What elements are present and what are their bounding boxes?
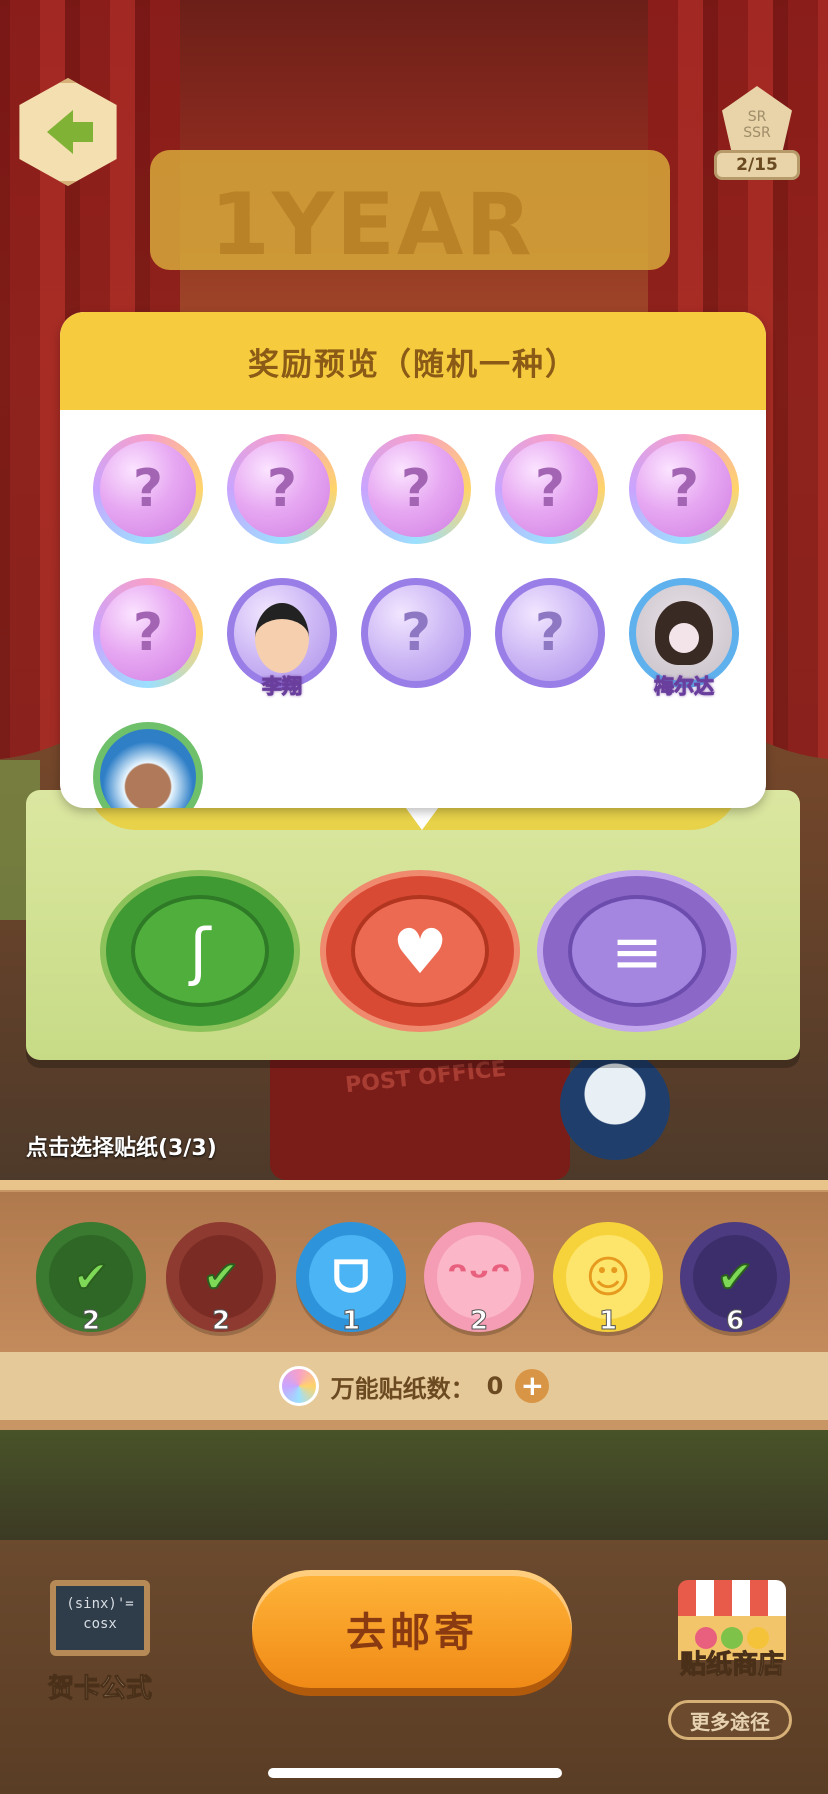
hearts-icon: ♥ [351,895,489,1007]
sticker-ear[interactable]: ✔ 2 [36,1222,146,1337]
checkmark-icon: ✔ [716,1251,755,1304]
question-mark-icon: ? [502,441,598,537]
universal-sticker-bar: 万能贴纸数： 0 + [0,1352,828,1420]
rarity-sr: SR [747,109,767,125]
reward-mystery[interactable]: ? [629,434,739,544]
chalkboard-icon: (sinx)'= cosx [50,1580,150,1656]
question-mark-icon: ? [636,441,732,537]
comb-sticker-slot[interactable]: ≡ [537,870,737,1032]
reward-mystery[interactable]: ? [495,434,605,544]
add-universal-button[interactable]: + [515,1369,550,1403]
postbox [270,1040,570,1180]
universal-label: 万能贴纸数： [330,1374,475,1403]
home-indicator[interactable] [268,1768,562,1778]
sticker-count: 1 [598,1306,618,1337]
back-arrow-icon [47,110,93,154]
question-mark-icon: ? [502,585,598,681]
popup-title: 奖励预览（随机一种） [60,312,766,410]
checkmark-icon: ✔ [202,1251,241,1304]
year-banner-text: 1YEAR [210,175,534,275]
character-avatar [100,729,196,808]
rarity-count: 2/15 [714,150,800,180]
card-formula-label: 贺卡公式 [47,1674,152,1705]
sticker-smile[interactable]: ☺ 1 [553,1222,663,1337]
reward-mystery[interactable]: ? [495,578,605,688]
question-mark-icon: ? [368,441,464,537]
reward-mystery[interactable]: ? [361,434,471,544]
shop-awning-icon [678,1580,786,1616]
more-ways-button[interactable]: 更多途径 [668,1700,792,1740]
heart-sticker-slot[interactable]: ♥ [320,870,520,1032]
ear-icon: ʃ [131,895,269,1007]
rarity-ssr: SSR [743,125,771,141]
select-sticker-hint: 点击选择贴纸(3/3) [26,1136,217,1161]
sticker-count: 2 [211,1306,231,1337]
question-mark-icon: ? [234,441,330,537]
universal-sticker-icon [278,1366,319,1406]
question-mark-icon: ? [100,585,196,681]
checkmark-icon: ✔ [72,1251,111,1304]
sticker-count: 2 [469,1306,489,1337]
sticker-comb[interactable]: ✔ 6 [680,1222,790,1337]
comb-icon: ≡ [568,895,706,1007]
reward-character-partial[interactable] [93,722,203,808]
reward-preview-popup: 奖励预览（随机一种） ? ? ? ? ? ? 李翔 ? ? 梅尔达 [60,312,766,808]
question-mark-icon: ? [100,441,196,537]
sticker-blush[interactable]: ᵔᵕᵔ 2 [424,1222,534,1337]
character-avatar [234,585,330,681]
star-badge-icon: SR SSR [722,86,792,156]
reward-grid: ? ? ? ? ? ? 李翔 ? ? 梅尔达 [60,410,766,808]
sticker-nose[interactable]: ᗜ 1 [296,1222,406,1337]
ear-sticker-slot[interactable]: ʃ [100,870,300,1032]
reward-name-meierda: 梅尔达 [654,674,715,699]
sticker-count: 6 [725,1306,745,1337]
universal-count: 0 [486,1372,504,1400]
penguin-mascot [560,1050,670,1160]
reward-name-lixiang: 李翔 [262,674,303,699]
character-avatar [636,585,732,681]
reward-mystery[interactable]: ? [361,578,471,688]
sticker-shop-label: 贴纸商店 [679,1650,784,1681]
rarity-progress[interactable]: SR SSR 2/15 [714,86,800,182]
reward-mystery[interactable]: ? [93,434,203,544]
sticker-count: 1 [341,1306,361,1337]
reward-mystery[interactable]: ? [93,578,203,688]
question-mark-icon: ? [368,585,464,681]
reward-mystery[interactable]: ? [227,434,337,544]
sticker-count: 2 [81,1306,101,1337]
sticker-heart[interactable]: ✔ 2 [166,1222,276,1337]
go-mail-button[interactable]: 去邮寄 [252,1570,572,1688]
